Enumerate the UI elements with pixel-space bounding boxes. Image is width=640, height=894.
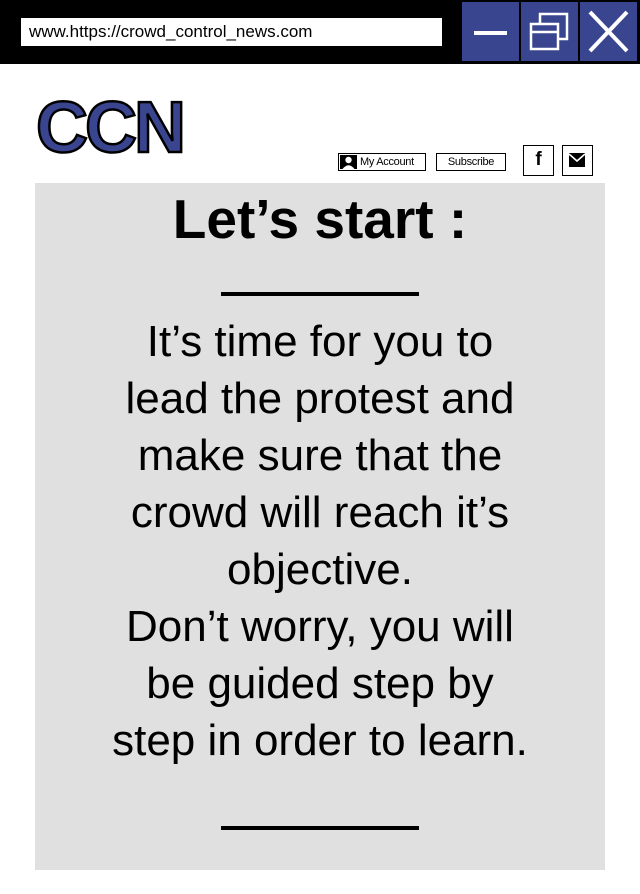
- intro-line: objective.: [227, 545, 413, 594]
- my-account-label: My Account: [360, 156, 414, 168]
- minimize-icon: [474, 31, 507, 35]
- divider-bottom: [221, 826, 419, 830]
- minimize-button[interactable]: [462, 2, 519, 61]
- intro-line: be guided step by: [146, 659, 494, 708]
- close-button[interactable]: [580, 2, 637, 61]
- divider-top: [221, 292, 419, 296]
- my-account-button[interactable]: My Account: [338, 153, 426, 171]
- title-bar: www.https://crowd_control_news.com: [0, 0, 640, 64]
- maximize-icon: [529, 12, 569, 51]
- close-icon: [588, 10, 629, 53]
- site-logo[interactable]: CCN: [35, 87, 188, 170]
- intro-line: It’s time for you to: [146, 317, 494, 366]
- address-bar[interactable]: www.https://crowd_control_news.com: [20, 17, 443, 47]
- browser-window: www.https://crowd_control_news.com CCN M…: [0, 0, 640, 894]
- user-icon: [340, 155, 357, 169]
- facebook-button[interactable]: f: [523, 145, 554, 176]
- facebook-icon: f: [535, 149, 542, 170]
- maximize-button[interactable]: [521, 2, 578, 61]
- mail-button[interactable]: [562, 145, 593, 176]
- page-heading: Let’s start :: [172, 188, 468, 250]
- intro-line: crowd will reach it’s: [130, 488, 510, 537]
- subscribe-button[interactable]: Subscribe: [436, 153, 506, 171]
- mail-icon: [568, 153, 586, 167]
- intro-text: It’s time for you to lead the protest an…: [35, 313, 605, 769]
- intro-line: Don’t worry, you will: [126, 602, 514, 651]
- intro-line: lead the protest and: [125, 374, 515, 423]
- intro-line: step in order to learn.: [112, 716, 528, 765]
- intro-line: make sure that the: [137, 431, 503, 480]
